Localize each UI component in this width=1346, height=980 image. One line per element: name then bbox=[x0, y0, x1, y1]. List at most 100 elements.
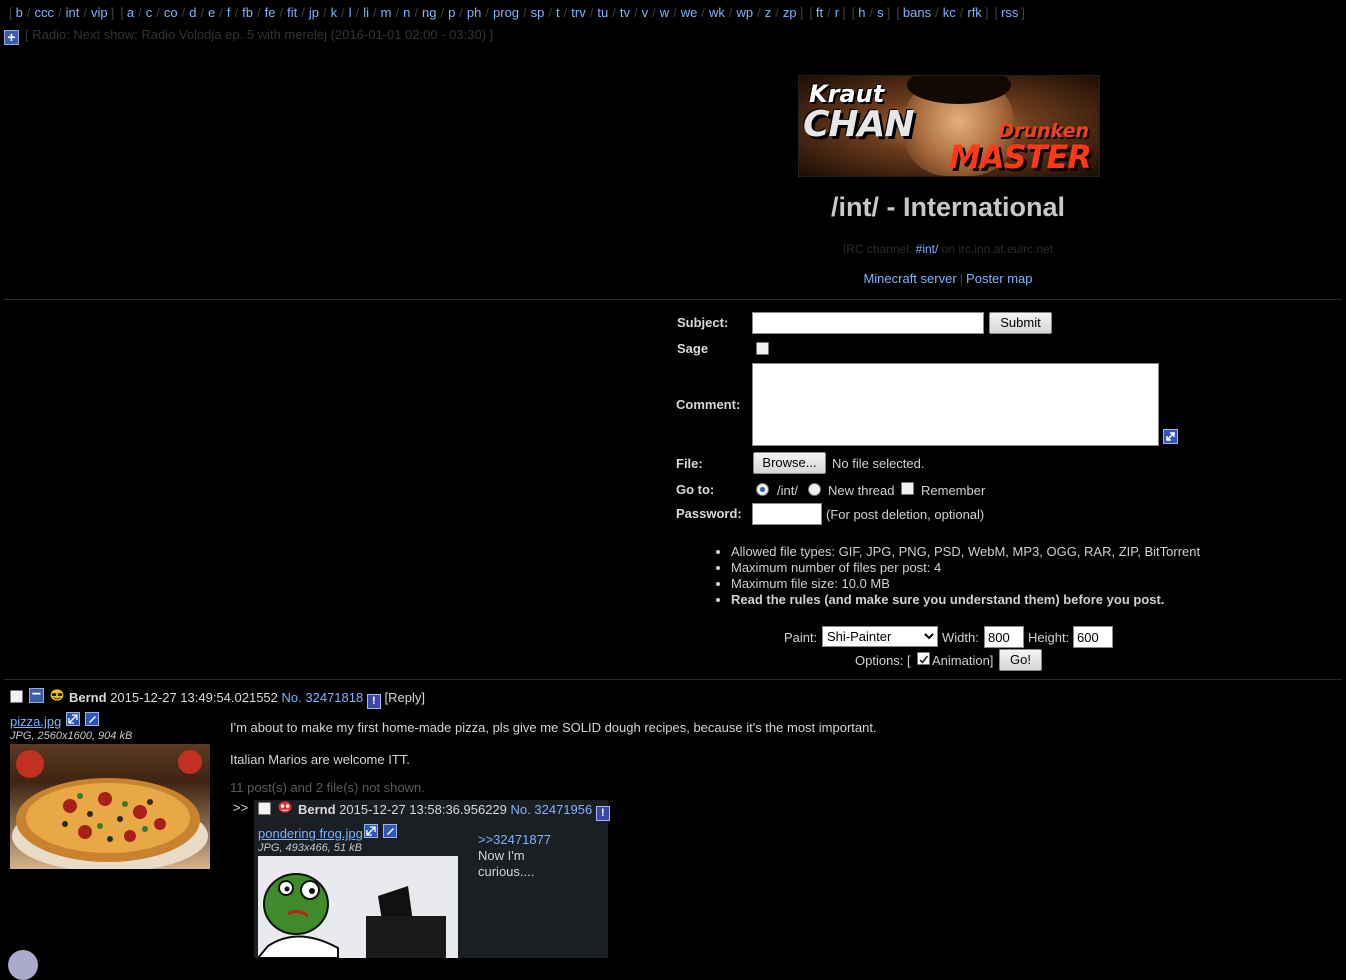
op-select-checkbox[interactable] bbox=[10, 690, 23, 703]
nav-board-kc[interactable]: kc bbox=[943, 5, 956, 20]
nav-separator: / bbox=[935, 5, 939, 20]
report-icon[interactable]: ! bbox=[595, 806, 610, 821]
nav-board-wp[interactable]: wp bbox=[736, 5, 753, 20]
go-button[interactable]: Go! bbox=[999, 649, 1042, 671]
irc-suffix: on irc.inn.at.euirc.net bbox=[941, 242, 1054, 256]
reply-select-checkbox[interactable] bbox=[258, 802, 271, 815]
reply-link[interactable]: [Reply] bbox=[384, 690, 424, 705]
reply-thumbnail-frog[interactable] bbox=[258, 856, 458, 958]
browse-button[interactable]: Browse... bbox=[753, 452, 826, 474]
nav-board-rss[interactable]: rss bbox=[1001, 5, 1018, 20]
expand-icon[interactable] bbox=[1163, 429, 1178, 444]
nav-board-sp[interactable]: sp bbox=[531, 5, 545, 20]
minecraft-server-link[interactable]: Minecraft server bbox=[863, 271, 956, 286]
nav-separator: / bbox=[341, 5, 345, 20]
nav-board-li[interactable]: li bbox=[363, 5, 369, 20]
rule-item: Allowed file types: GIF, JPG, PNG, PSD, … bbox=[731, 544, 1200, 560]
nav-separator: / bbox=[156, 5, 160, 20]
nav-board-z[interactable]: z bbox=[765, 5, 772, 20]
nav-separator: / bbox=[234, 5, 239, 20]
nav-board-jp[interactable]: jp bbox=[309, 5, 319, 20]
nav-board-vip[interactable]: vip bbox=[91, 5, 108, 20]
comment-textarea[interactable] bbox=[752, 363, 1159, 446]
reply-post-number-label[interactable]: No. bbox=[511, 802, 531, 817]
nav-separator: / bbox=[138, 5, 142, 20]
nav-board-we[interactable]: we bbox=[681, 5, 698, 20]
nav-board-l[interactable]: l bbox=[349, 5, 352, 20]
nav-board-ph[interactable]: ph bbox=[467, 5, 481, 20]
report-icon[interactable]: ! bbox=[366, 694, 381, 709]
nav-board-k[interactable]: k bbox=[331, 5, 338, 20]
nav-board-bans[interactable]: bans bbox=[903, 5, 931, 20]
hide-thread-icon[interactable]: − bbox=[29, 687, 44, 703]
board-navigation: [b / ccc / int / vip][a / c / co / d / e / f / fb / fe / fit / j… bbox=[6, 5, 1028, 20]
nav-separator: / bbox=[673, 5, 677, 20]
nav-board-b[interactable]: b bbox=[16, 5, 23, 20]
nav-board-prog[interactable]: prog bbox=[493, 5, 519, 20]
password-input[interactable] bbox=[752, 503, 822, 525]
nav-board-r[interactable]: r bbox=[835, 5, 839, 20]
nav-board-e[interactable]: e bbox=[208, 5, 215, 20]
nav-board-t[interactable]: t bbox=[556, 5, 560, 20]
nav-board-tu[interactable]: tu bbox=[597, 5, 608, 20]
op-filename-link[interactable]: pizza.jpg bbox=[10, 714, 61, 729]
goto-thread-radio[interactable] bbox=[808, 483, 821, 496]
nav-board-rfk[interactable]: rfk bbox=[967, 5, 981, 20]
reply-post-number[interactable]: 32471956 bbox=[534, 802, 592, 817]
nav-board-ng[interactable]: ng bbox=[422, 5, 436, 20]
nav-board-a[interactable]: a bbox=[127, 5, 134, 20]
expand-radio-icon[interactable]: + bbox=[4, 30, 19, 45]
image-search-icon[interactable] bbox=[364, 824, 378, 838]
nav-board-wk[interactable]: wk bbox=[709, 5, 725, 20]
edit-image-icon[interactable] bbox=[85, 712, 99, 726]
divider bbox=[4, 679, 1342, 680]
nav-board-n[interactable]: n bbox=[403, 5, 410, 20]
nav-board-ccc[interactable]: ccc bbox=[34, 5, 54, 20]
nav-board-f[interactable]: f bbox=[227, 5, 231, 20]
op-thumbnail-pizza[interactable] bbox=[10, 744, 210, 869]
remember-label: Remember bbox=[921, 483, 986, 498]
reply-post-header: Bernd 2015-12-27 13:58:36.956229 No. 324… bbox=[298, 802, 610, 821]
nav-board-zp[interactable]: zp bbox=[783, 5, 797, 20]
nav-board-v[interactable]: v bbox=[642, 5, 649, 20]
poster-map-link[interactable]: Poster map bbox=[966, 271, 1032, 286]
remember-checkbox[interactable] bbox=[901, 482, 914, 495]
nav-board-trv[interactable]: trv bbox=[571, 5, 585, 20]
nav-board-c[interactable]: c bbox=[146, 5, 153, 20]
animation-checkbox[interactable] bbox=[917, 652, 930, 665]
quote-link[interactable]: >>32471877 bbox=[478, 832, 551, 847]
nav-board-fe[interactable]: fe bbox=[265, 5, 276, 20]
nav-board-d[interactable]: d bbox=[189, 5, 196, 20]
nav-board-fb[interactable]: fb bbox=[242, 5, 253, 20]
nav-board-int[interactable]: int bbox=[66, 5, 80, 20]
painter-select[interactable]: Shi-Painter bbox=[822, 626, 938, 647]
image-search-icon[interactable] bbox=[66, 712, 80, 726]
nav-board-fit[interactable]: fit bbox=[287, 5, 297, 20]
nav-separator: / bbox=[548, 5, 553, 20]
nav-separator: / bbox=[563, 5, 568, 20]
nav-board-w[interactable]: w bbox=[660, 5, 669, 20]
nav-board-co[interactable]: co bbox=[164, 5, 178, 20]
op-post-number-label[interactable]: No. bbox=[282, 690, 302, 705]
sage-checkbox[interactable] bbox=[756, 342, 769, 355]
nav-board-tv[interactable]: tv bbox=[620, 5, 630, 20]
width-input[interactable] bbox=[984, 626, 1024, 648]
goto-board-label: /int/ bbox=[777, 483, 798, 498]
submit-button[interactable]: Submit bbox=[989, 312, 1052, 334]
op-post-number[interactable]: 32471818 bbox=[305, 690, 363, 705]
divider bbox=[4, 299, 1342, 300]
height-input[interactable] bbox=[1073, 626, 1113, 648]
goto-board-radio[interactable] bbox=[756, 483, 769, 496]
goto-thread-label: New thread bbox=[828, 483, 895, 498]
nav-board-s[interactable]: s bbox=[877, 5, 884, 20]
nav-board-p[interactable]: p bbox=[448, 5, 455, 20]
nav-separator: / bbox=[181, 5, 186, 20]
comment-label: Comment: bbox=[676, 397, 741, 412]
subject-input[interactable] bbox=[752, 312, 984, 334]
reply-filename-link[interactable]: pondering frog.jpg bbox=[258, 826, 363, 841]
edit-image-icon[interactable] bbox=[383, 824, 397, 838]
nav-board-h[interactable]: h bbox=[858, 5, 865, 20]
nav-board-ft[interactable]: ft bbox=[816, 5, 823, 20]
irc-channel-link[interactable]: #int/ bbox=[916, 242, 939, 256]
nav-board-m[interactable]: m bbox=[381, 5, 392, 20]
